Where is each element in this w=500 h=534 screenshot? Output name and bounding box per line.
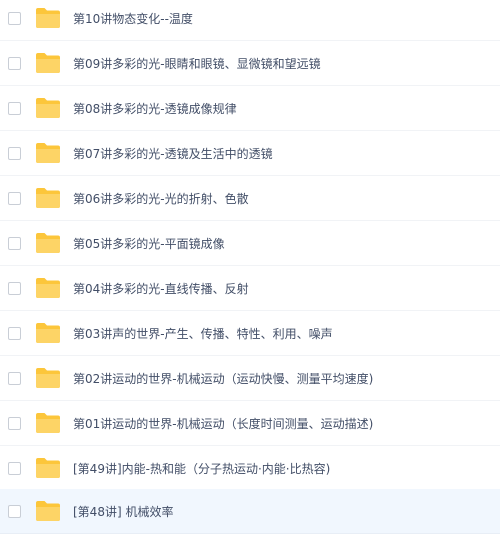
list-item[interactable]: 第01讲运动的世界-机械运动（长度时间测量、运动描述) — [0, 401, 500, 446]
file-name[interactable]: 第05讲多彩的光-平面镜成像 — [73, 235, 225, 252]
row-checkbox[interactable] — [8, 371, 21, 385]
row-checkbox[interactable] — [8, 191, 21, 205]
list-item[interactable]: [第49讲]内能-热和能（分子热运动·内能·比热容) — [0, 446, 500, 491]
row-checkbox[interactable] — [8, 101, 21, 115]
list-item[interactable]: 第03讲声的世界-产生、传播、特性、利用、噪声 — [0, 311, 500, 356]
file-name[interactable]: 第10讲物态变化--温度 — [73, 10, 193, 27]
file-name[interactable]: 第06讲多彩的光-光的折射、色散 — [73, 190, 249, 207]
folder-icon — [36, 278, 60, 298]
folder-icon — [36, 413, 60, 433]
folder-icon — [36, 323, 60, 343]
list-item[interactable]: 第07讲多彩的光-透镜及生活中的透镜 — [0, 131, 500, 176]
file-name[interactable]: [第49讲]内能-热和能（分子热运动·内能·比热容) — [73, 460, 330, 477]
row-checkbox[interactable] — [8, 56, 21, 70]
file-name[interactable]: 第09讲多彩的光-眼睛和眼镜、显微镜和望远镜 — [73, 55, 321, 72]
list-item[interactable]: 第08讲多彩的光-透镜成像规律 — [0, 86, 500, 131]
file-name[interactable]: 第04讲多彩的光-直线传播、反射 — [73, 280, 249, 297]
row-checkbox[interactable] — [8, 236, 21, 250]
folder-icon — [36, 501, 60, 521]
list-item[interactable]: 第05讲多彩的光-平面镜成像 — [0, 221, 500, 266]
file-list: 第10讲物态变化--温度 第09讲多彩的光-眼睛和眼镜、显微镜和望远镜 第08讲… — [0, 0, 500, 534]
row-checkbox[interactable] — [8, 326, 21, 340]
folder-icon — [36, 458, 60, 478]
folder-icon — [36, 98, 60, 118]
folder-icon — [36, 53, 60, 73]
list-item[interactable]: [第48讲] 机械效率 — [0, 489, 500, 534]
row-checkbox[interactable] — [8, 504, 21, 518]
folder-icon — [36, 143, 60, 163]
row-checkbox[interactable] — [8, 11, 21, 25]
list-item[interactable]: 第06讲多彩的光-光的折射、色散 — [0, 176, 500, 221]
list-item[interactable]: 第02讲运动的世界-机械运动（运动快慢、测量平均速度) — [0, 356, 500, 401]
file-name[interactable]: 第01讲运动的世界-机械运动（长度时间测量、运动描述) — [73, 415, 373, 432]
list-item[interactable]: 第10讲物态变化--温度 — [0, 0, 500, 41]
file-name[interactable]: 第03讲声的世界-产生、传播、特性、利用、噪声 — [73, 325, 333, 342]
row-checkbox[interactable] — [8, 461, 21, 475]
folder-icon — [36, 8, 60, 28]
row-checkbox[interactable] — [8, 416, 21, 430]
file-name[interactable]: 第08讲多彩的光-透镜成像规律 — [73, 100, 237, 117]
folder-icon — [36, 188, 60, 208]
row-checkbox[interactable] — [8, 281, 21, 295]
folder-icon — [36, 233, 60, 253]
list-item[interactable]: 第04讲多彩的光-直线传播、反射 — [0, 266, 500, 311]
row-checkbox[interactable] — [8, 146, 21, 160]
file-name[interactable]: 第07讲多彩的光-透镜及生活中的透镜 — [73, 145, 273, 162]
list-item[interactable]: 第09讲多彩的光-眼睛和眼镜、显微镜和望远镜 — [0, 41, 500, 86]
file-name[interactable]: 第02讲运动的世界-机械运动（运动快慢、测量平均速度) — [73, 370, 373, 387]
file-name[interactable]: [第48讲] 机械效率 — [73, 503, 173, 520]
folder-icon — [36, 368, 60, 388]
